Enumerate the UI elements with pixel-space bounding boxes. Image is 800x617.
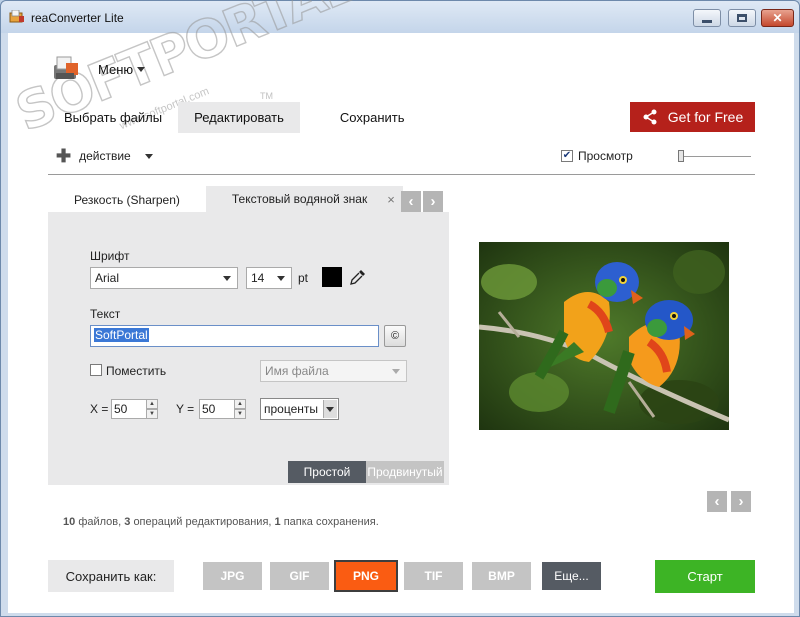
stepper-down-icon[interactable]: ▼ bbox=[234, 409, 246, 419]
start-button[interactable]: Старт bbox=[655, 560, 755, 593]
files-count: 10 bbox=[63, 516, 76, 528]
font-select[interactable]: Arial bbox=[90, 267, 238, 289]
get-for-free-label: Get for Free bbox=[667, 109, 744, 125]
text-label: Текст bbox=[90, 307, 121, 321]
chevron-down-icon bbox=[392, 369, 400, 374]
watermark-text-input[interactable]: SoftPortal bbox=[90, 325, 379, 347]
save-as-label: Сохранить как: bbox=[48, 560, 174, 592]
chevron-down-icon bbox=[144, 153, 153, 159]
format-gif-button[interactable]: GIF bbox=[270, 562, 329, 590]
tab-select-files[interactable]: Выбрать файлы bbox=[48, 102, 178, 133]
edit-action-tabs: Резкость (Sharpen) Текстовый водяной зна… bbox=[48, 186, 403, 212]
minimize-icon bbox=[702, 19, 712, 23]
more-formats-button[interactable]: Еще... bbox=[542, 562, 601, 590]
client-area: SOFTPORTAL www.softportal.com TM Меню Вы… bbox=[7, 0, 794, 613]
font-size-value: 14 bbox=[251, 271, 265, 285]
ops-text: операций редактирования, bbox=[133, 516, 272, 528]
add-action-button[interactable]: ✚ действие bbox=[56, 146, 153, 166]
title-bar: reaConverter Lite ✕ bbox=[1, 1, 799, 33]
folders-text: папка сохранения. bbox=[283, 516, 379, 528]
position-unit-value: проценты bbox=[264, 402, 319, 416]
tabs-prev-button[interactable]: ‹ bbox=[401, 191, 421, 212]
filename-select[interactable]: Имя файла bbox=[260, 360, 407, 382]
y-value: 50 bbox=[202, 402, 216, 416]
menu-button[interactable]: Меню bbox=[98, 61, 146, 77]
format-jpg-button[interactable]: JPG bbox=[203, 562, 262, 590]
mode-advanced-button[interactable]: Продвинутый bbox=[366, 461, 444, 483]
plus-icon: ✚ bbox=[56, 146, 72, 166]
font-size-select[interactable]: 14 bbox=[246, 267, 292, 289]
copyright-button[interactable]: © bbox=[384, 325, 406, 347]
y-stepper[interactable]: ▲ ▼ bbox=[234, 399, 246, 419]
chevron-down-icon bbox=[223, 276, 231, 281]
close-button[interactable]: ✕ bbox=[761, 9, 794, 27]
preview-image bbox=[479, 242, 729, 430]
tab-save[interactable]: Сохранить bbox=[300, 102, 421, 133]
color-swatch[interactable] bbox=[322, 267, 342, 287]
watermark-text-value: SoftPortal bbox=[94, 328, 149, 342]
app-icon bbox=[9, 10, 24, 23]
window-title: reaConverter Lite bbox=[31, 11, 124, 25]
folders-count: 1 bbox=[274, 516, 281, 528]
font-label: Шрифт bbox=[90, 249, 130, 263]
position-unit-select[interactable]: проценты bbox=[260, 398, 339, 420]
x-input[interactable]: 50 bbox=[111, 399, 147, 419]
stepper-up-icon[interactable]: ▲ bbox=[234, 399, 246, 409]
close-icon: ✕ bbox=[772, 11, 783, 25]
watermark-settings-panel: Шрифт Arial 14 pt Текст SoftPortal © Пом… bbox=[48, 212, 449, 485]
maximize-button[interactable] bbox=[728, 9, 756, 27]
share-icon bbox=[643, 109, 657, 125]
x-stepper[interactable]: ▲ ▼ bbox=[146, 399, 158, 419]
chevron-down-icon bbox=[137, 66, 146, 72]
app-window: reaConverter Lite ✕ SOFTPORTAL www.softp… bbox=[0, 0, 800, 617]
minimize-button[interactable] bbox=[693, 9, 721, 27]
preview-prev-button[interactable]: ‹ bbox=[707, 491, 727, 512]
ops-count: 3 bbox=[124, 516, 131, 528]
mode-simple-button[interactable]: Простой bbox=[288, 461, 366, 483]
preview-toggle[interactable]: ✔ Просмотр bbox=[561, 149, 633, 163]
menu-label: Меню bbox=[98, 61, 134, 77]
tab-text-watermark[interactable]: Текстовый водяной знак × bbox=[205, 185, 403, 214]
stepper-up-icon[interactable]: ▲ bbox=[146, 399, 158, 409]
summary-text: 10 файлов, 3 операций редактирования, 1 … bbox=[63, 516, 379, 528]
files-text: файлов, bbox=[78, 516, 122, 528]
action-label: действие bbox=[79, 149, 131, 163]
x-label: X = bbox=[90, 402, 109, 416]
format-png-button[interactable]: PNG bbox=[334, 560, 398, 592]
eyedropper-icon[interactable] bbox=[349, 268, 367, 286]
main-tabs: Выбрать файлы Редактировать Сохранить bbox=[48, 102, 421, 133]
stepper-down-icon[interactable]: ▼ bbox=[146, 409, 158, 419]
close-tab-icon[interactable]: × bbox=[387, 185, 395, 214]
preview-checkbox[interactable]: ✔ bbox=[561, 150, 573, 162]
font-value: Arial bbox=[95, 271, 120, 285]
maximize-icon bbox=[737, 14, 747, 22]
place-label: Поместить bbox=[106, 364, 167, 378]
preview-next-button[interactable]: › bbox=[731, 491, 751, 512]
tabs-next-button[interactable]: › bbox=[423, 191, 443, 212]
preview-label: Просмотр bbox=[578, 149, 633, 163]
x-value: 50 bbox=[114, 402, 128, 416]
y-input[interactable]: 50 bbox=[199, 399, 235, 419]
font-size-unit: pt bbox=[298, 271, 309, 285]
chevron-down-icon bbox=[277, 276, 285, 281]
menu-row: Меню bbox=[52, 55, 146, 83]
format-tif-button[interactable]: TIF bbox=[404, 562, 463, 590]
tab-sharpen[interactable]: Резкость (Sharpen) bbox=[48, 186, 206, 212]
filename-placeholder: Имя файла bbox=[265, 364, 329, 378]
y-label: Y = bbox=[176, 402, 195, 416]
app-logo-icon bbox=[54, 56, 78, 79]
zoom-slider-track[interactable] bbox=[680, 156, 751, 157]
chevron-down-icon bbox=[326, 407, 334, 412]
format-bmp-button[interactable]: BMP bbox=[472, 562, 531, 590]
zoom-slider-thumb[interactable] bbox=[678, 150, 684, 162]
get-for-free-button[interactable]: Get for Free bbox=[630, 102, 755, 132]
place-checkbox[interactable] bbox=[90, 364, 102, 376]
divider bbox=[48, 174, 755, 175]
tab-text-watermark-label: Текстовый водяной знак bbox=[231, 191, 368, 206]
bottom-bar: Сохранить как: JPG GIF PNG TIF BMP Еще..… bbox=[48, 559, 755, 593]
tab-edit[interactable]: Редактировать bbox=[178, 102, 300, 133]
